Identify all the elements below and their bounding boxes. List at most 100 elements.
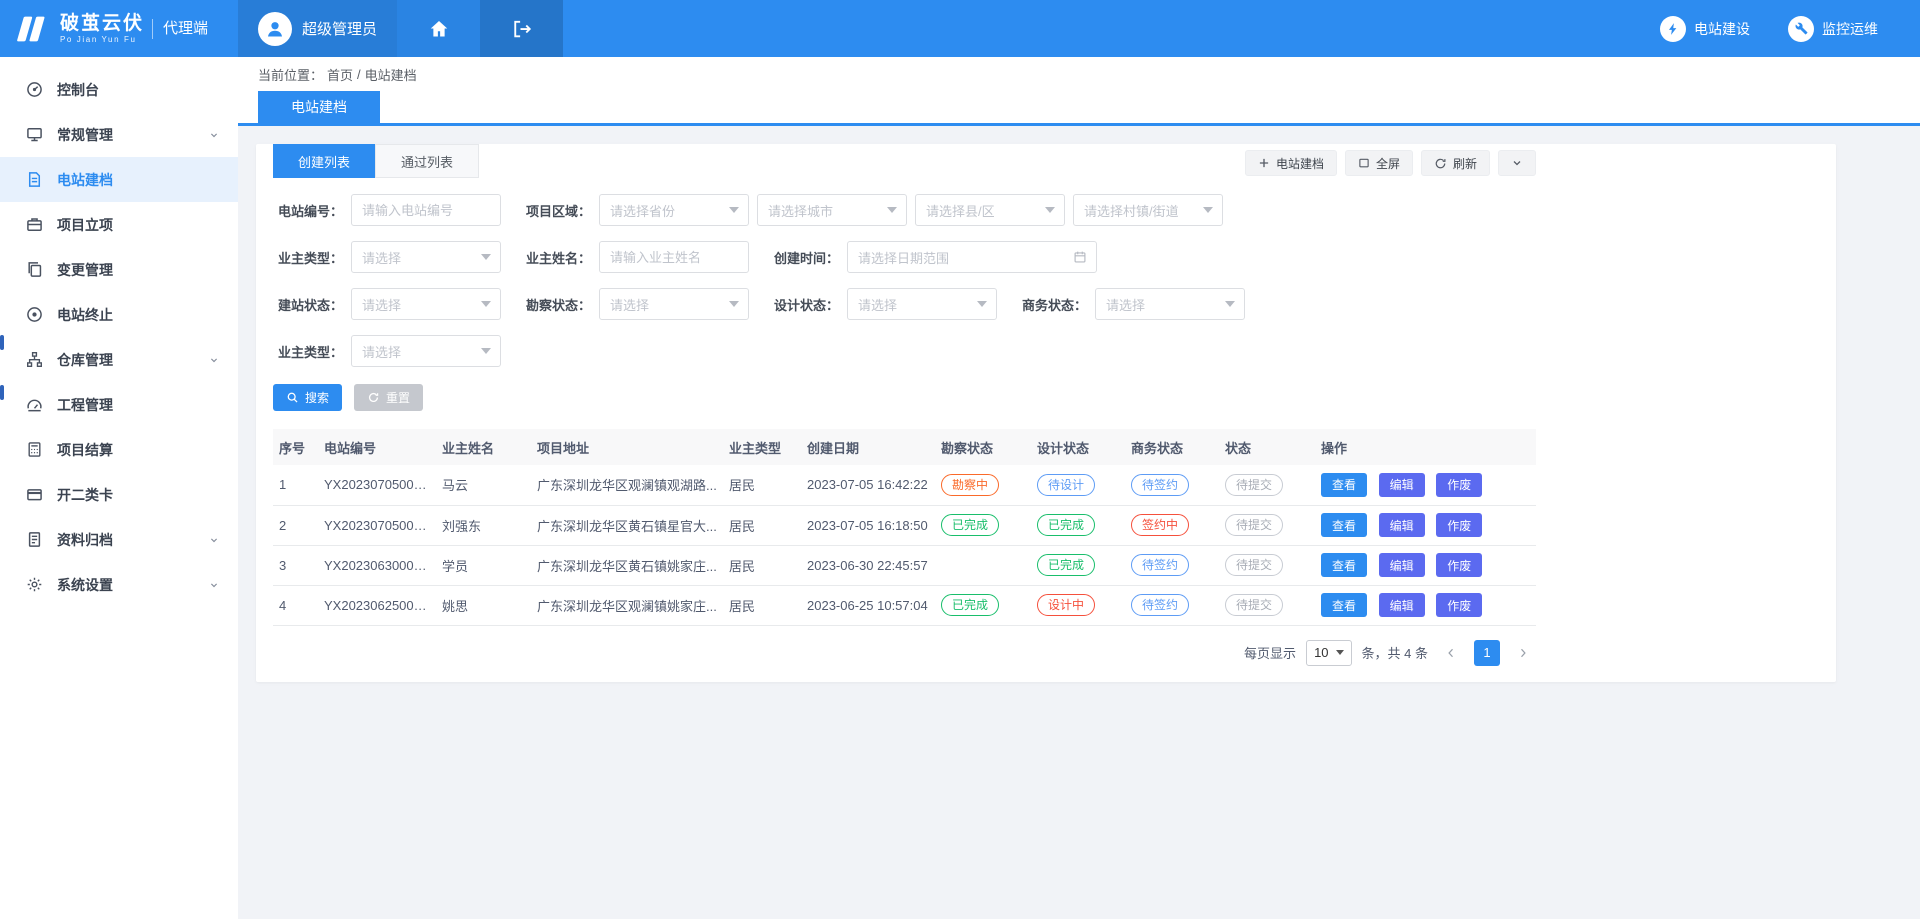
date-range-picker[interactable]: 请选择日期范围 <box>847 241 1097 273</box>
sidebar-item-label: 项目立项 <box>57 215 113 235</box>
logo-text: 破茧云伏 Po Jian Yun Fu <box>60 13 144 44</box>
plus-icon <box>1258 157 1270 169</box>
fullscreen-button[interactable]: 全屏 <box>1345 150 1413 176</box>
chevron-down-icon <box>208 129 220 141</box>
table-row: 4 YX2023062500004 姚思 广东深圳龙华区观澜镇姚家庄... 居民… <box>273 585 1536 625</box>
sidebar-item-class2-card[interactable]: 开二类卡 <box>0 472 238 517</box>
station-code-input[interactable] <box>351 194 501 226</box>
build-status-select[interactable]: 请选择 <box>351 288 501 320</box>
sidebar-item-project-settlement[interactable]: 项目结算 <box>0 427 238 472</box>
sidebar-item-label: 系统设置 <box>57 575 113 595</box>
breadcrumb-current: 电站建档 <box>365 65 417 84</box>
province-select[interactable]: 请选择省份 <box>599 194 749 226</box>
caret-down-icon <box>1225 301 1235 307</box>
col-header: 商务状态 <box>1125 429 1219 465</box>
table-header-row: 序号 电站编号 业主姓名 项目地址 业主类型 创建日期 勘察状态 设计状态 商务… <box>273 429 1536 465</box>
table-row: 3 YX2023063000009 学员 广东深圳龙华区黄石镇姚家庄... 居民… <box>273 545 1536 585</box>
total-count-label: 条，共 4 条 <box>1362 643 1428 662</box>
next-page-button[interactable] <box>1510 640 1536 666</box>
col-header: 业主类型 <box>723 429 801 465</box>
fullscreen-icon <box>1358 157 1370 169</box>
owner-type2-label: 业主类型： <box>273 342 343 361</box>
build-status-label: 建站状态： <box>273 295 343 314</box>
city-select[interactable]: 请选择城市 <box>757 194 907 226</box>
refresh-button[interactable]: 刷新 <box>1421 150 1490 176</box>
owner-type-select[interactable]: 请选择 <box>351 241 501 273</box>
edit-button[interactable]: 编辑 <box>1379 593 1425 617</box>
sidebar-item-project-initiation[interactable]: 项目立项 <box>0 202 238 247</box>
design-status-badge: 设计中 <box>1037 594 1095 616</box>
monitor-icon <box>26 126 43 143</box>
sidebar-item-system-settings[interactable]: 系统设置 <box>0 562 238 607</box>
breadcrumb: 当前位置： 首页 / 电站建档 <box>238 57 1920 91</box>
page-number-current[interactable]: 1 <box>1474 640 1500 666</box>
business-status-badge: 待签约 <box>1131 474 1189 496</box>
nav-station-construction[interactable]: 电站建设 <box>1660 16 1750 42</box>
sidebar-item-console[interactable]: 控制台 <box>0 67 238 112</box>
town-select[interactable]: 请选择村镇/街道 <box>1073 194 1223 226</box>
sidebar: 控制台 常规管理 电站建档 项目立项 变更管理 电站终止 <box>0 57 238 919</box>
per-page-select[interactable]: 10 <box>1306 640 1351 666</box>
caret-down-icon <box>887 207 897 213</box>
business-status-badge: 待签约 <box>1131 554 1189 576</box>
chevron-down-icon <box>208 354 220 366</box>
reset-button[interactable]: 重置 <box>354 384 423 411</box>
stop-circle-icon <box>26 306 43 323</box>
home-button[interactable] <box>397 0 480 57</box>
nav-monitor-ops[interactable]: 监控运维 <box>1788 16 1878 42</box>
owner-name-input[interactable] <box>599 241 749 273</box>
portal-label: 代理端 <box>152 19 208 39</box>
briefcase-icon <box>26 216 43 233</box>
status-badge: 待提交 <box>1225 474 1283 496</box>
col-header: 序号 <box>273 429 318 465</box>
sidebar-item-data-archive[interactable]: 资料归档 <box>0 517 238 562</box>
void-button[interactable]: 作废 <box>1436 473 1482 497</box>
pagination: 每页显示 10 条，共 4 条 1 <box>273 640 1536 666</box>
business-status-select[interactable]: 请选择 <box>1095 288 1245 320</box>
content-area: 创建列表 通过列表 电站建档 全屏 <box>238 126 1920 919</box>
owner-type2-select[interactable]: 请选择 <box>351 335 501 367</box>
brand-logo: 破茧云伏 Po Jian Yun Fu 代理端 <box>0 0 238 57</box>
new-station-filing-button[interactable]: 电站建档 <box>1245 150 1337 176</box>
sidebar-item-change-management[interactable]: 变更管理 <box>0 247 238 292</box>
tab-passed-list[interactable]: 通过列表 <box>375 144 479 178</box>
logout-button[interactable] <box>480 0 563 57</box>
survey-status-select[interactable]: 请选择 <box>599 288 749 320</box>
col-header: 操作 <box>1315 429 1536 465</box>
search-button[interactable]: 搜索 <box>273 384 342 411</box>
sidebar-item-general-management[interactable]: 常规管理 <box>0 112 238 157</box>
user-name: 超级管理员 <box>302 18 377 39</box>
caret-down-icon <box>1203 207 1213 213</box>
view-button[interactable]: 查看 <box>1321 593 1367 617</box>
edit-button[interactable]: 编辑 <box>1379 473 1425 497</box>
prev-page-button[interactable] <box>1438 640 1464 666</box>
sidebar-item-warehouse-management[interactable]: 仓库管理 <box>0 337 238 382</box>
user-menu[interactable]: 超级管理员 <box>238 0 397 57</box>
breadcrumb-home[interactable]: 首页 <box>327 65 353 84</box>
col-header: 业主姓名 <box>436 429 531 465</box>
sitemap-icon <box>26 351 43 368</box>
chevron-down-icon <box>208 579 220 591</box>
page-tab-station-filing[interactable]: 电站建档 <box>258 91 380 123</box>
collapse-toggle-button[interactable] <box>1498 150 1536 176</box>
sidebar-item-station-termination[interactable]: 电站终止 <box>0 292 238 337</box>
sidebar-item-station-filing[interactable]: 电站建档 <box>0 157 238 202</box>
void-button[interactable]: 作废 <box>1436 593 1482 617</box>
sidebar-item-engineering-management[interactable]: 工程管理 <box>0 382 238 427</box>
per-page-label: 每页显示 <box>1244 643 1296 662</box>
sidebar-item-label: 开二类卡 <box>57 485 113 505</box>
view-button[interactable]: 查看 <box>1321 553 1367 577</box>
tab-create-list[interactable]: 创建列表 <box>273 144 375 178</box>
view-button[interactable]: 查看 <box>1321 473 1367 497</box>
edit-button[interactable]: 编辑 <box>1379 553 1425 577</box>
card-actions: 电站建档 全屏 刷新 <box>1245 150 1536 176</box>
edit-button[interactable]: 编辑 <box>1379 513 1425 537</box>
void-button[interactable]: 作废 <box>1436 513 1482 537</box>
county-select[interactable]: 请选择县/区 <box>915 194 1065 226</box>
void-button[interactable]: 作废 <box>1436 553 1482 577</box>
view-button[interactable]: 查看 <box>1321 513 1367 537</box>
design-status-label: 设计状态： <box>769 295 839 314</box>
business-status-label: 商务状态： <box>1017 295 1087 314</box>
design-status-select[interactable]: 请选择 <box>847 288 997 320</box>
caret-down-icon <box>729 207 739 213</box>
